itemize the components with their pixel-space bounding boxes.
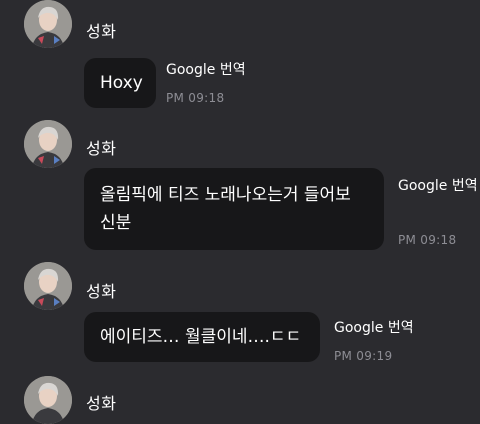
avatar[interactable] (24, 120, 72, 168)
google-translate-link[interactable]: Google 번역 (398, 175, 478, 195)
sender-name: 성화 (86, 22, 117, 41)
profile-photo-icon (24, 0, 72, 48)
chat-log: 성화 Hoxy Google 번역 PM 09:18 성화 올림픽에 티즈 노래… (0, 0, 480, 424)
avatar[interactable] (24, 0, 72, 48)
message-bubble[interactable]: 에이티즈… 월클이네….ㄷㄷ (84, 312, 320, 362)
timestamp: PM 09:19 (334, 349, 393, 363)
profile-photo-icon (24, 120, 72, 168)
avatar[interactable] (24, 376, 72, 424)
message-text: Hoxy (100, 73, 143, 93)
sender-name: 성화 (86, 139, 117, 158)
message-bubble[interactable]: Hoxy (84, 58, 156, 108)
message-text: 에이티즈… 월클이네….ㄷㄷ (100, 327, 302, 347)
sender-name: 성화 (86, 282, 117, 301)
google-translate-link[interactable]: Google 번역 (166, 59, 246, 79)
avatar[interactable] (24, 262, 72, 310)
message-text-line: 신분 (100, 213, 132, 233)
message-bubble[interactable]: 올림픽에 티즈 노래나오는거 들어보 신분 (84, 168, 384, 250)
google-translate-link[interactable]: Google 번역 (334, 317, 414, 337)
timestamp: PM 09:18 (166, 91, 225, 105)
sender-name: 성화 (86, 394, 117, 413)
profile-photo-icon (24, 262, 72, 310)
timestamp: PM 09:18 (398, 233, 457, 247)
profile-photo-icon (24, 376, 72, 424)
message-text-line: 올림픽에 티즈 노래나오는거 들어보 (100, 185, 351, 205)
